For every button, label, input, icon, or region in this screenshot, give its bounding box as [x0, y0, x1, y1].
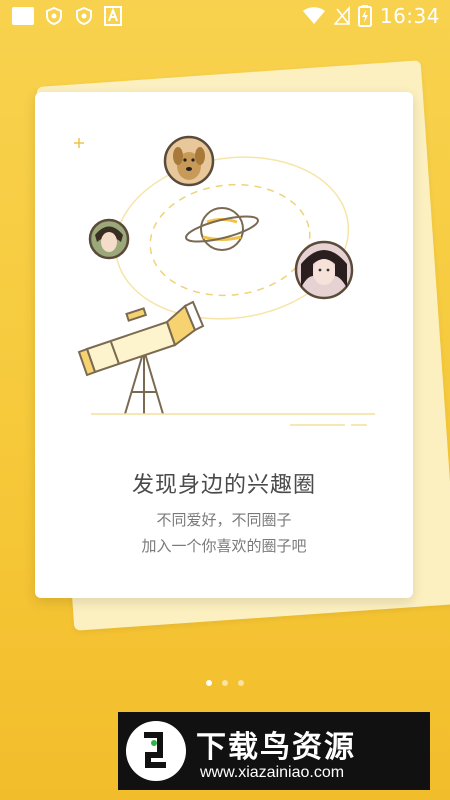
status-bar-right: 16:34	[302, 4, 440, 28]
no-signal-icon	[333, 6, 350, 25]
watermark-url: www.xiazainiao.com	[200, 764, 345, 781]
page-dot-2[interactable]	[222, 680, 228, 686]
status-bar: 16:34	[0, 0, 450, 34]
subtitle-line-1: 不同爱好，不同圈子	[156, 511, 292, 529]
wifi-icon	[302, 7, 325, 24]
onboarding-card[interactable]: 发现身边的兴趣圈 不同爱好，不同圈子 加入一个你喜欢的圈子吧	[35, 92, 413, 598]
shield-icon	[76, 6, 92, 26]
page-dot-1[interactable]	[206, 680, 212, 686]
status-bar-left	[12, 6, 122, 26]
a-letter-icon	[104, 6, 122, 26]
onboarding-subtitle: 不同爱好，不同圈子 加入一个你喜欢的圈子吧	[35, 507, 413, 559]
status-time: 16:34	[379, 4, 440, 28]
planet-icon	[185, 207, 259, 251]
telescope-icon	[77, 300, 205, 415]
battery-charging-icon	[357, 5, 372, 27]
page-indicator	[0, 680, 450, 686]
onboarding-title: 发现身边的兴趣圈	[131, 473, 316, 498]
woman-avatar	[294, 240, 354, 300]
square-app-icon	[12, 7, 34, 25]
dog-avatar	[163, 135, 215, 187]
illustration	[74, 135, 375, 426]
sparkle-icon	[74, 138, 84, 148]
girl-avatar	[88, 218, 130, 260]
shield-icon	[46, 6, 62, 26]
watermark-banner: 下载鸟资源 www.xiazainiao.com	[118, 712, 430, 790]
subtitle-line-2: 加入一个你喜欢的圈子吧	[141, 537, 307, 555]
bird-logo-icon	[126, 721, 186, 781]
watermark-brand: 下载鸟资源	[196, 730, 356, 765]
page-dot-3[interactable]	[238, 680, 244, 686]
